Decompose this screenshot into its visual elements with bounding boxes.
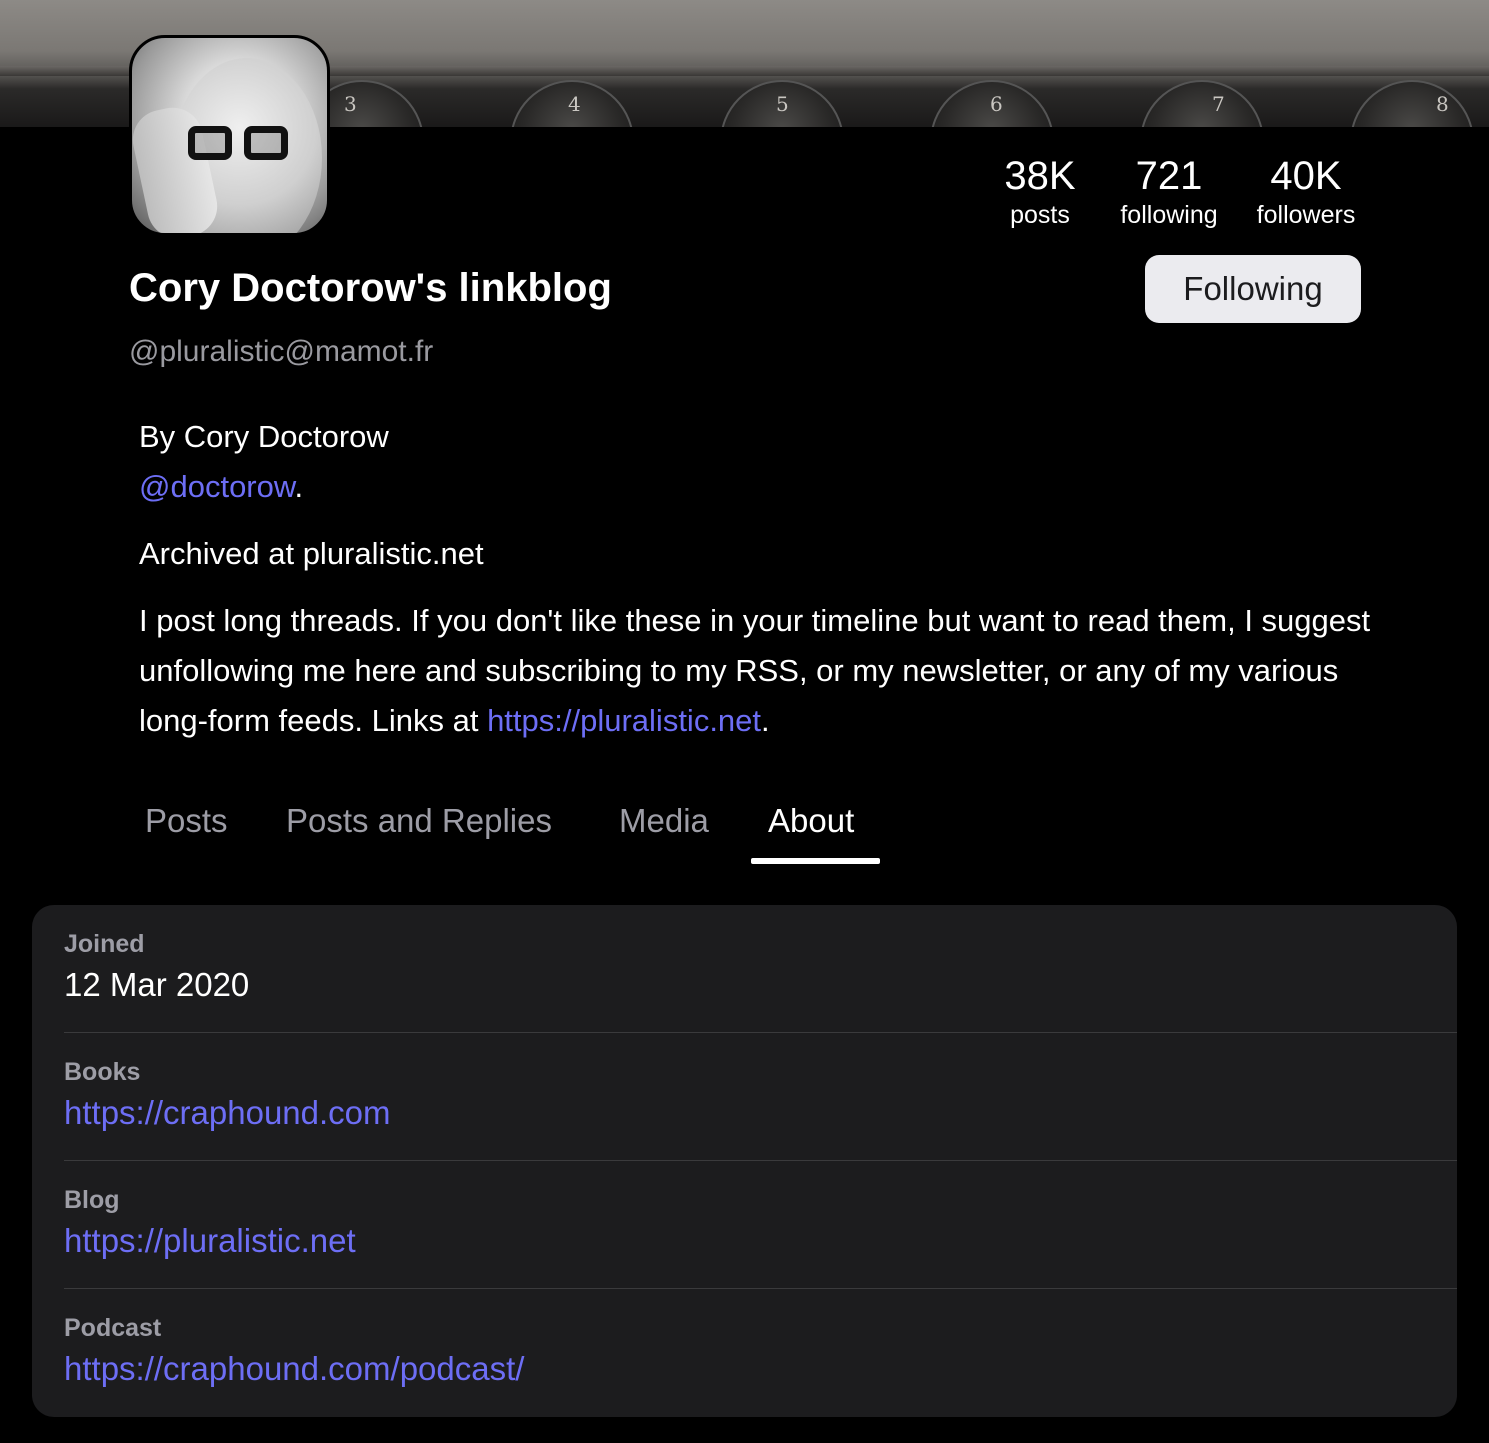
about-field-books: Books https://craphound.com xyxy=(64,1057,1457,1135)
banner-number: 4 xyxy=(568,92,581,116)
bio-line: By Cory Doctorow xyxy=(139,412,1399,462)
about-field-blog: Blog https://pluralistic.net xyxy=(64,1185,1457,1263)
about-field-joined: Joined 12 Mar 2020 xyxy=(64,929,1457,1007)
bio-line: Archived at pluralistic.net xyxy=(139,536,484,571)
following-button[interactable]: Following xyxy=(1145,255,1361,323)
bio-punctuation: . xyxy=(761,703,770,738)
field-label: Podcast xyxy=(64,1314,162,1342)
bio-paragraph: I post long threads. If you don't like t… xyxy=(139,596,1399,746)
bio-punctuation: . xyxy=(294,469,304,504)
banner-number: 8 xyxy=(1436,92,1449,116)
stat-posts-value: 38K xyxy=(1004,154,1076,198)
tab-media[interactable]: Media xyxy=(619,798,709,844)
divider xyxy=(64,1160,1457,1161)
mention-link[interactable]: @doctorow xyxy=(139,469,295,504)
stat-following[interactable]: 721 following xyxy=(1113,152,1225,230)
avatar[interactable] xyxy=(129,35,330,236)
banner-dial xyxy=(1350,80,1474,127)
stat-posts[interactable]: 38K posts xyxy=(1000,152,1080,230)
banner-dial xyxy=(1140,80,1264,127)
banner-number: 5 xyxy=(776,92,789,116)
banner-number: 3 xyxy=(344,92,357,116)
stat-posts-label: posts xyxy=(1010,201,1070,229)
divider xyxy=(64,1032,1457,1033)
stat-following-label: following xyxy=(1120,201,1218,229)
stat-followers-label: followers xyxy=(1256,201,1356,229)
field-value: 12 Mar 2020 xyxy=(64,966,250,1003)
bio-line: @doctorow. xyxy=(139,462,1399,512)
bio-author: By Cory Doctorow xyxy=(139,419,389,454)
tab-posts[interactable]: Posts xyxy=(145,798,228,844)
profile-bio: By Cory Doctorow @doctorow. Archived at … xyxy=(139,412,1399,746)
blog-link[interactable]: https://pluralistic.net xyxy=(64,1219,1457,1263)
active-tab-indicator xyxy=(751,858,880,864)
divider xyxy=(64,1288,1457,1289)
about-field-podcast: Podcast https://craphound.com/podcast/ xyxy=(64,1313,1457,1391)
podcast-link[interactable]: https://craphound.com/podcast/ xyxy=(64,1347,1457,1391)
tab-posts-and-replies[interactable]: Posts and Replies xyxy=(286,798,552,844)
about-card: Joined 12 Mar 2020 Books https://craphou… xyxy=(32,905,1457,1417)
books-link[interactable]: https://craphound.com xyxy=(64,1091,1457,1135)
field-label: Joined xyxy=(64,930,145,958)
banner-number: 6 xyxy=(990,92,1003,116)
stat-following-value: 721 xyxy=(1135,154,1203,198)
profile-display-name: Cory Doctorow's linkblog xyxy=(129,266,612,310)
field-label: Books xyxy=(64,1058,141,1086)
profile-handle[interactable]: @pluralistic@mamot.fr xyxy=(129,332,433,372)
stat-followers-value: 40K xyxy=(1270,154,1342,198)
stat-followers[interactable]: 40K followers xyxy=(1250,152,1362,230)
tab-about[interactable]: About xyxy=(768,798,854,844)
banner-number: 7 xyxy=(1212,92,1225,116)
field-label: Blog xyxy=(64,1186,120,1214)
bio-website-link[interactable]: https://pluralistic.net xyxy=(487,703,761,738)
avatar-glasses xyxy=(188,126,292,160)
